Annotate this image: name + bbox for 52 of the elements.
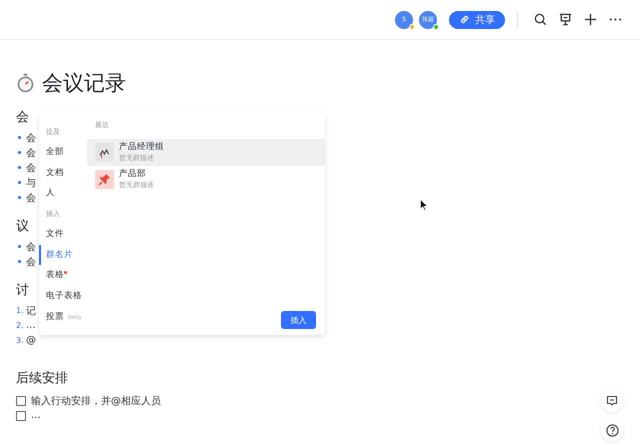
list-number: 2.: [16, 321, 23, 330]
feedback-button[interactable]: [601, 390, 623, 412]
bullet-icon: [18, 151, 21, 154]
list-item-text: 会: [26, 240, 36, 254]
group-name: 产品部: [119, 169, 147, 180]
insert-button[interactable]: 插入: [281, 311, 316, 329]
bullet-icon: [18, 181, 21, 184]
list-item-text: 记: [26, 304, 36, 318]
cursor-icon: [420, 199, 428, 211]
category-item[interactable]: 群名片: [39, 244, 87, 266]
category-item[interactable]: 全部: [39, 142, 87, 163]
link-icon: [459, 14, 470, 25]
chart-icon: [95, 143, 114, 162]
help-icon: [606, 424, 618, 436]
category-item[interactable]: 文档: [39, 162, 87, 184]
bullet-icon: [18, 166, 21, 169]
list-item-text: @: [26, 335, 36, 346]
bullet-icon: [18, 245, 21, 248]
list-item-text: 会: [26, 146, 36, 160]
document-title: 会议记录: [42, 70, 126, 97]
section-heading: 会: [16, 109, 29, 127]
help-button[interactable]: [601, 419, 623, 441]
list-item-text: 与: [26, 176, 36, 190]
list-item-text: 会: [26, 132, 36, 144]
category-item[interactable]: 文件: [39, 224, 87, 245]
group-name: 产品经理组: [119, 142, 164, 153]
search-icon[interactable]: [534, 13, 547, 26]
bullet-icon: [18, 196, 21, 199]
list-item-text: ...: [31, 410, 41, 421]
checkbox[interactable]: [16, 410, 26, 420]
comment-icon: [606, 395, 618, 407]
section-heading: 后续安排: [16, 370, 68, 388]
stopwatch-icon: [16, 73, 35, 93]
category-item[interactable]: 电子表格: [39, 286, 87, 307]
list-item-text: 输入行动安排，并@相应人员: [31, 394, 161, 408]
list-item-text: ...: [26, 320, 36, 331]
pin-icon: [95, 170, 114, 189]
category-item[interactable]: 表格: [39, 265, 87, 286]
add-icon[interactable]: [584, 13, 597, 26]
checkbox[interactable]: [16, 396, 26, 406]
list-item-text: 会: [26, 162, 36, 174]
category-item[interactable]: 人: [39, 183, 87, 204]
presentation-icon[interactable]: [559, 13, 572, 26]
section-heading: 议: [16, 218, 29, 236]
list-item-text: 会: [26, 256, 36, 268]
bullet-icon: [18, 136, 21, 139]
list-item-text: 会: [26, 192, 36, 204]
section-heading: 讨: [16, 282, 29, 300]
bullet-icon: [18, 260, 21, 263]
share-button[interactable]: 共享: [449, 10, 505, 28]
list-number: 3.: [16, 336, 23, 345]
list-number: 1.: [16, 306, 23, 315]
